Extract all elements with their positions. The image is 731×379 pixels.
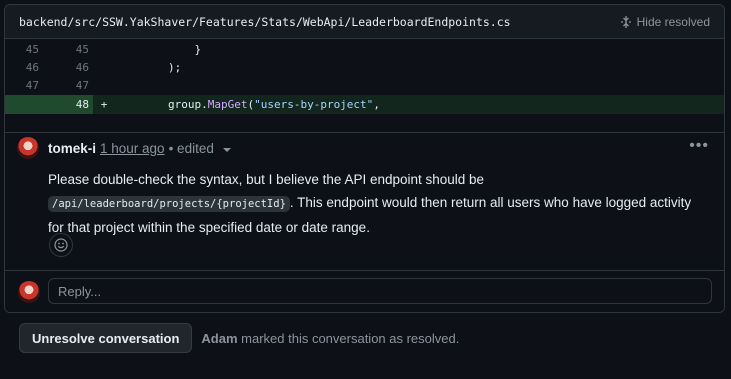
code-text: }: [115, 43, 202, 56]
diff-sign: +: [100, 98, 108, 111]
diff-sign: [93, 77, 115, 95]
new-line-number[interactable]: 46: [43, 59, 93, 77]
edited-label[interactable]: • edited: [169, 141, 214, 156]
file-path[interactable]: backend/src/SSW.YakShaver/Features/Stats…: [19, 15, 511, 29]
comment-body: Please double-check the syntax, but I be…: [48, 168, 698, 239]
code-function: MapGet: [207, 98, 248, 111]
comment-text-start: Please double-check the syntax, but I be…: [48, 172, 485, 187]
old-line-number[interactable]: 46: [5, 59, 43, 77]
code-text: );: [115, 61, 182, 74]
avatar[interactable]: [18, 281, 40, 303]
new-line-number[interactable]: 47: [43, 77, 93, 95]
old-line-number: [5, 95, 43, 114]
file-header: backend/src/SSW.YakShaver/Features/Stats…: [5, 5, 724, 39]
fold-icon: [620, 15, 631, 28]
diff-line: 46 46 );: [5, 59, 724, 77]
diff-view: 45 45 } 46 46 ); 47 47 48 + group.MapGet…: [5, 41, 724, 114]
unresolve-conversation-button[interactable]: Unresolve conversation: [19, 323, 193, 353]
new-line-number[interactable]: 48: [43, 95, 93, 114]
avatar[interactable]: [17, 137, 39, 159]
old-line-number[interactable]: 47: [5, 77, 43, 95]
diff-line: 45 45 }: [5, 41, 724, 59]
inline-code: /api/leaderboard/projects/{projectId}: [48, 196, 290, 212]
resolution-status: Adam marked this conversation as resolve…: [201, 331, 459, 346]
resolution-message: marked this conversation as resolved.: [241, 330, 460, 346]
add-reaction-button[interactable]: [49, 233, 73, 257]
review-comment: tomek-i 1 hour ago • edited ••• Please d…: [5, 132, 724, 271]
reply-area: [5, 270, 724, 312]
smiley-icon: [54, 238, 68, 252]
old-line-number[interactable]: 45: [5, 41, 43, 59]
new-line-number[interactable]: 45: [43, 41, 93, 59]
code-text: group.MapGet("users-by-project",: [115, 95, 380, 114]
reply-input[interactable]: [48, 278, 712, 304]
diff-line: 47 47: [5, 77, 724, 95]
comment-author[interactable]: tomek-i: [48, 141, 96, 156]
resolution-bar: Unresolve conversation Adam marked this …: [19, 323, 459, 353]
comment-header: tomek-i 1 hour ago • edited: [48, 141, 231, 156]
code-string: "users-by-project": [254, 98, 374, 111]
kebab-icon[interactable]: •••: [689, 137, 709, 155]
code-prefix: group.: [115, 98, 208, 111]
review-thread: backend/src/SSW.YakShaver/Features/Stats…: [4, 4, 725, 313]
chevron-down-icon[interactable]: [222, 148, 231, 152]
diff-sign: [93, 59, 115, 77]
code-suffix: ,: [373, 98, 380, 111]
hide-resolved-button[interactable]: Hide resolved: [620, 15, 710, 29]
comment-time[interactable]: 1 hour ago: [100, 141, 165, 156]
diff-line-added: 48 + group.MapGet("users-by-project",: [5, 95, 724, 114]
hide-resolved-label: Hide resolved: [636, 14, 710, 29]
resolver-name[interactable]: Adam: [201, 331, 237, 346]
diff-sign: [93, 41, 115, 59]
